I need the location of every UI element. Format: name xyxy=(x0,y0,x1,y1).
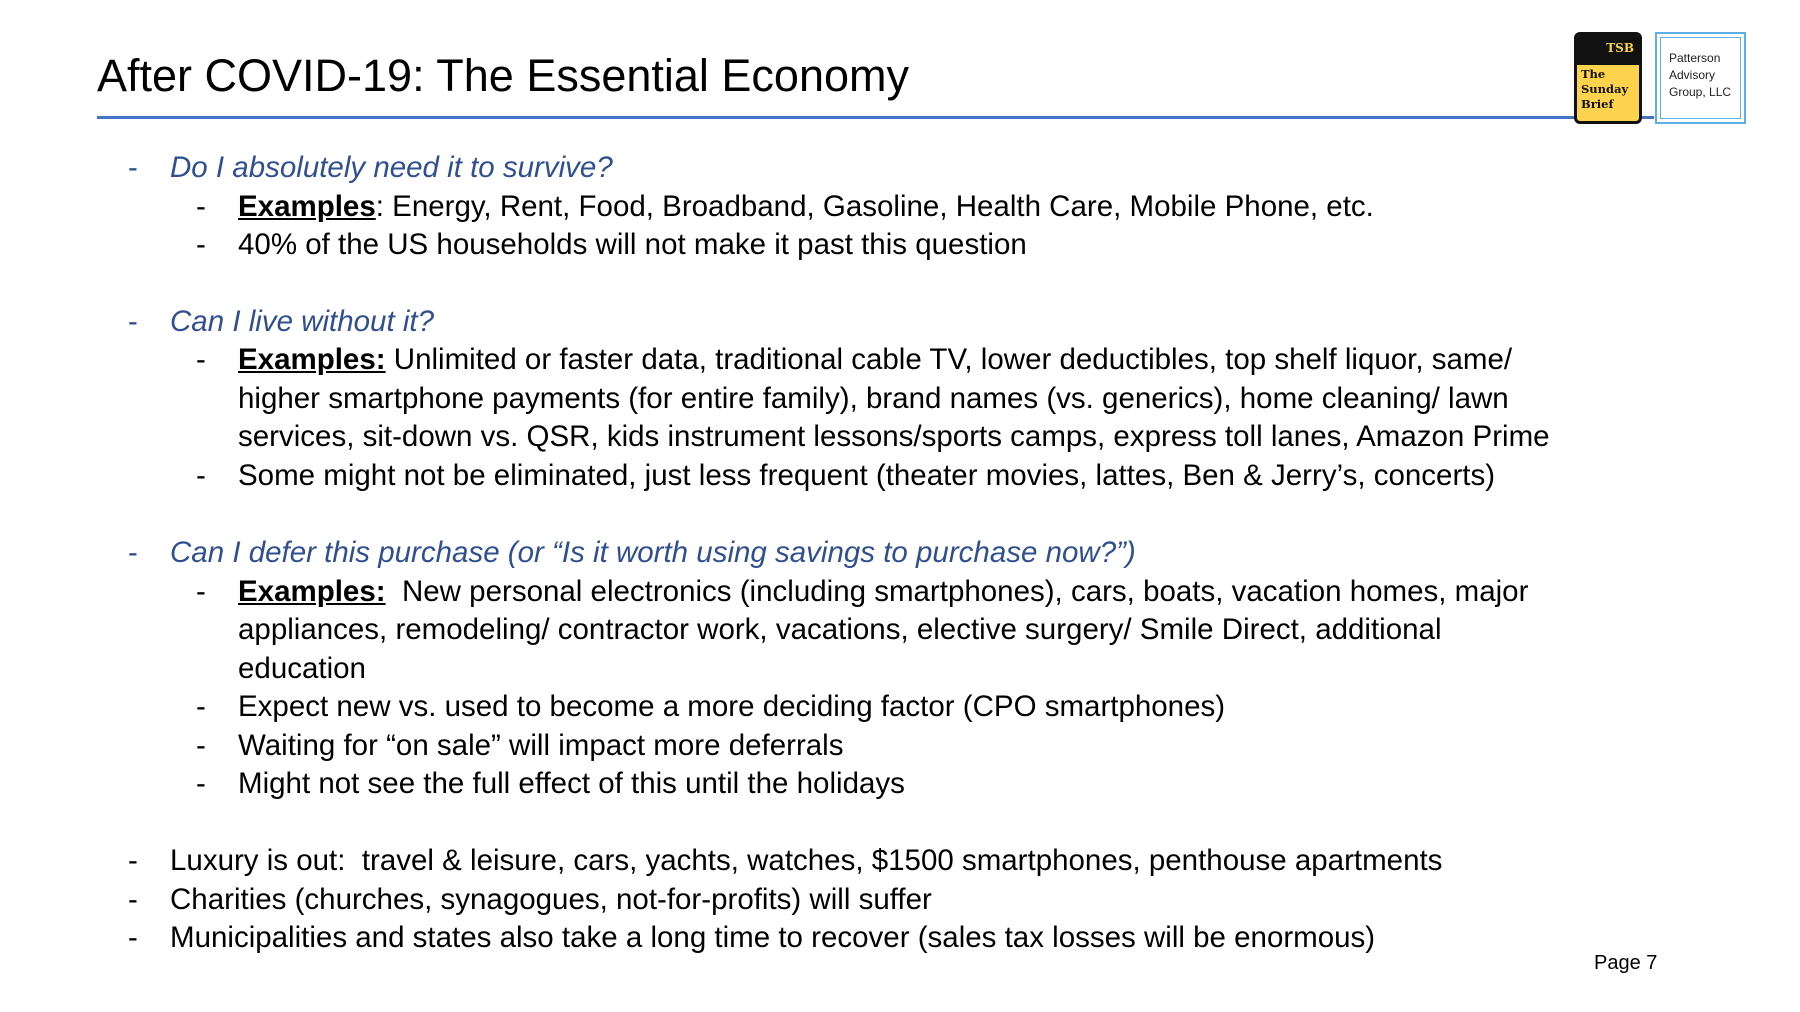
bullet-dash: - xyxy=(196,459,206,492)
slide-title: After COVID-19: The Essential Economy xyxy=(97,50,909,101)
examples-text: appliances, remodeling/ contractor work,… xyxy=(238,613,1442,646)
bullet-dash: - xyxy=(196,190,206,223)
question-1: Do I absolutely need it to survive? xyxy=(170,151,613,184)
sub-bullet: Some might not be eliminated, just less … xyxy=(238,459,1496,492)
question-3: Can I defer this purchase (or “Is it wor… xyxy=(170,536,1136,569)
examples-text: services, sit-down vs. QSR, kids instrum… xyxy=(238,420,1550,453)
patterson-logo: Patterson Advisory Group, LLC xyxy=(1655,32,1746,124)
tsb-logo: TSB The Sunday Brief xyxy=(1574,32,1642,124)
patterson-logo-line: Patterson xyxy=(1669,51,1721,65)
examples-label: Examples: xyxy=(238,343,386,376)
sub-bullet: Waiting for “on sale” will impact more d… xyxy=(238,729,844,762)
examples-text: higher smartphone payments (for entire f… xyxy=(238,382,1509,415)
examples-text: education xyxy=(238,652,366,685)
examples-label: Examples: xyxy=(238,575,386,608)
tsb-logo-line: Brief xyxy=(1581,97,1614,111)
tsb-logo-abbr: TSB xyxy=(1577,35,1639,65)
bullet-dash: - xyxy=(196,690,206,723)
sub-bullet: 40% of the US households will not make i… xyxy=(238,228,1027,261)
examples-text: Unlimited or faster data, traditional ca… xyxy=(385,343,1513,376)
title-underline xyxy=(97,116,1587,119)
closing-bullet: Municipalities and states also take a lo… xyxy=(170,921,1376,954)
page-number: Page 7 xyxy=(1594,952,1658,974)
bullet-dash: - xyxy=(196,575,206,608)
bullet-dash: - xyxy=(196,767,206,800)
patterson-logo-line: Group, LLC xyxy=(1669,85,1732,99)
bullet-dash: - xyxy=(128,536,138,569)
examples-3: Examples: New personal electronics (incl… xyxy=(238,573,1528,611)
examples-2: Examples: Unlimited or faster data, trad… xyxy=(238,341,1512,379)
sub-bullet: Might not see the full effect of this un… xyxy=(238,767,905,800)
tsb-logo-line: Sunday xyxy=(1581,82,1629,96)
bullet-dash: - xyxy=(128,151,138,184)
tsb-logo-line: The xyxy=(1581,67,1606,81)
sub-bullet: Expect new vs. used to become a more dec… xyxy=(238,690,1226,723)
bullet-dash: - xyxy=(128,305,138,338)
bullet-dash: - xyxy=(196,729,206,762)
bullet-dash: - xyxy=(128,921,138,954)
closing-bullet: Luxury is out: travel & leisure, cars, y… xyxy=(170,844,1443,877)
closing-bullet: Charities (churches, synagogues, not-for… xyxy=(170,883,932,916)
question-2: Can I live without it? xyxy=(170,305,434,338)
examples-label: Examples xyxy=(238,190,376,223)
bullet-dash: - xyxy=(128,883,138,916)
bullet-dash: - xyxy=(196,343,206,376)
bullet-dash: - xyxy=(128,844,138,877)
examples-text: New personal electronics (including smar… xyxy=(385,575,1529,608)
patterson-logo-line: Advisory xyxy=(1669,68,1716,82)
examples-1: Examples: Energy, Rent, Food, Broadband,… xyxy=(238,188,1374,226)
examples-text: : Energy, Rent, Food, Broadband, Gasolin… xyxy=(375,190,1374,223)
bullet-dash: - xyxy=(196,228,206,261)
tsb-connector xyxy=(1642,116,1654,119)
